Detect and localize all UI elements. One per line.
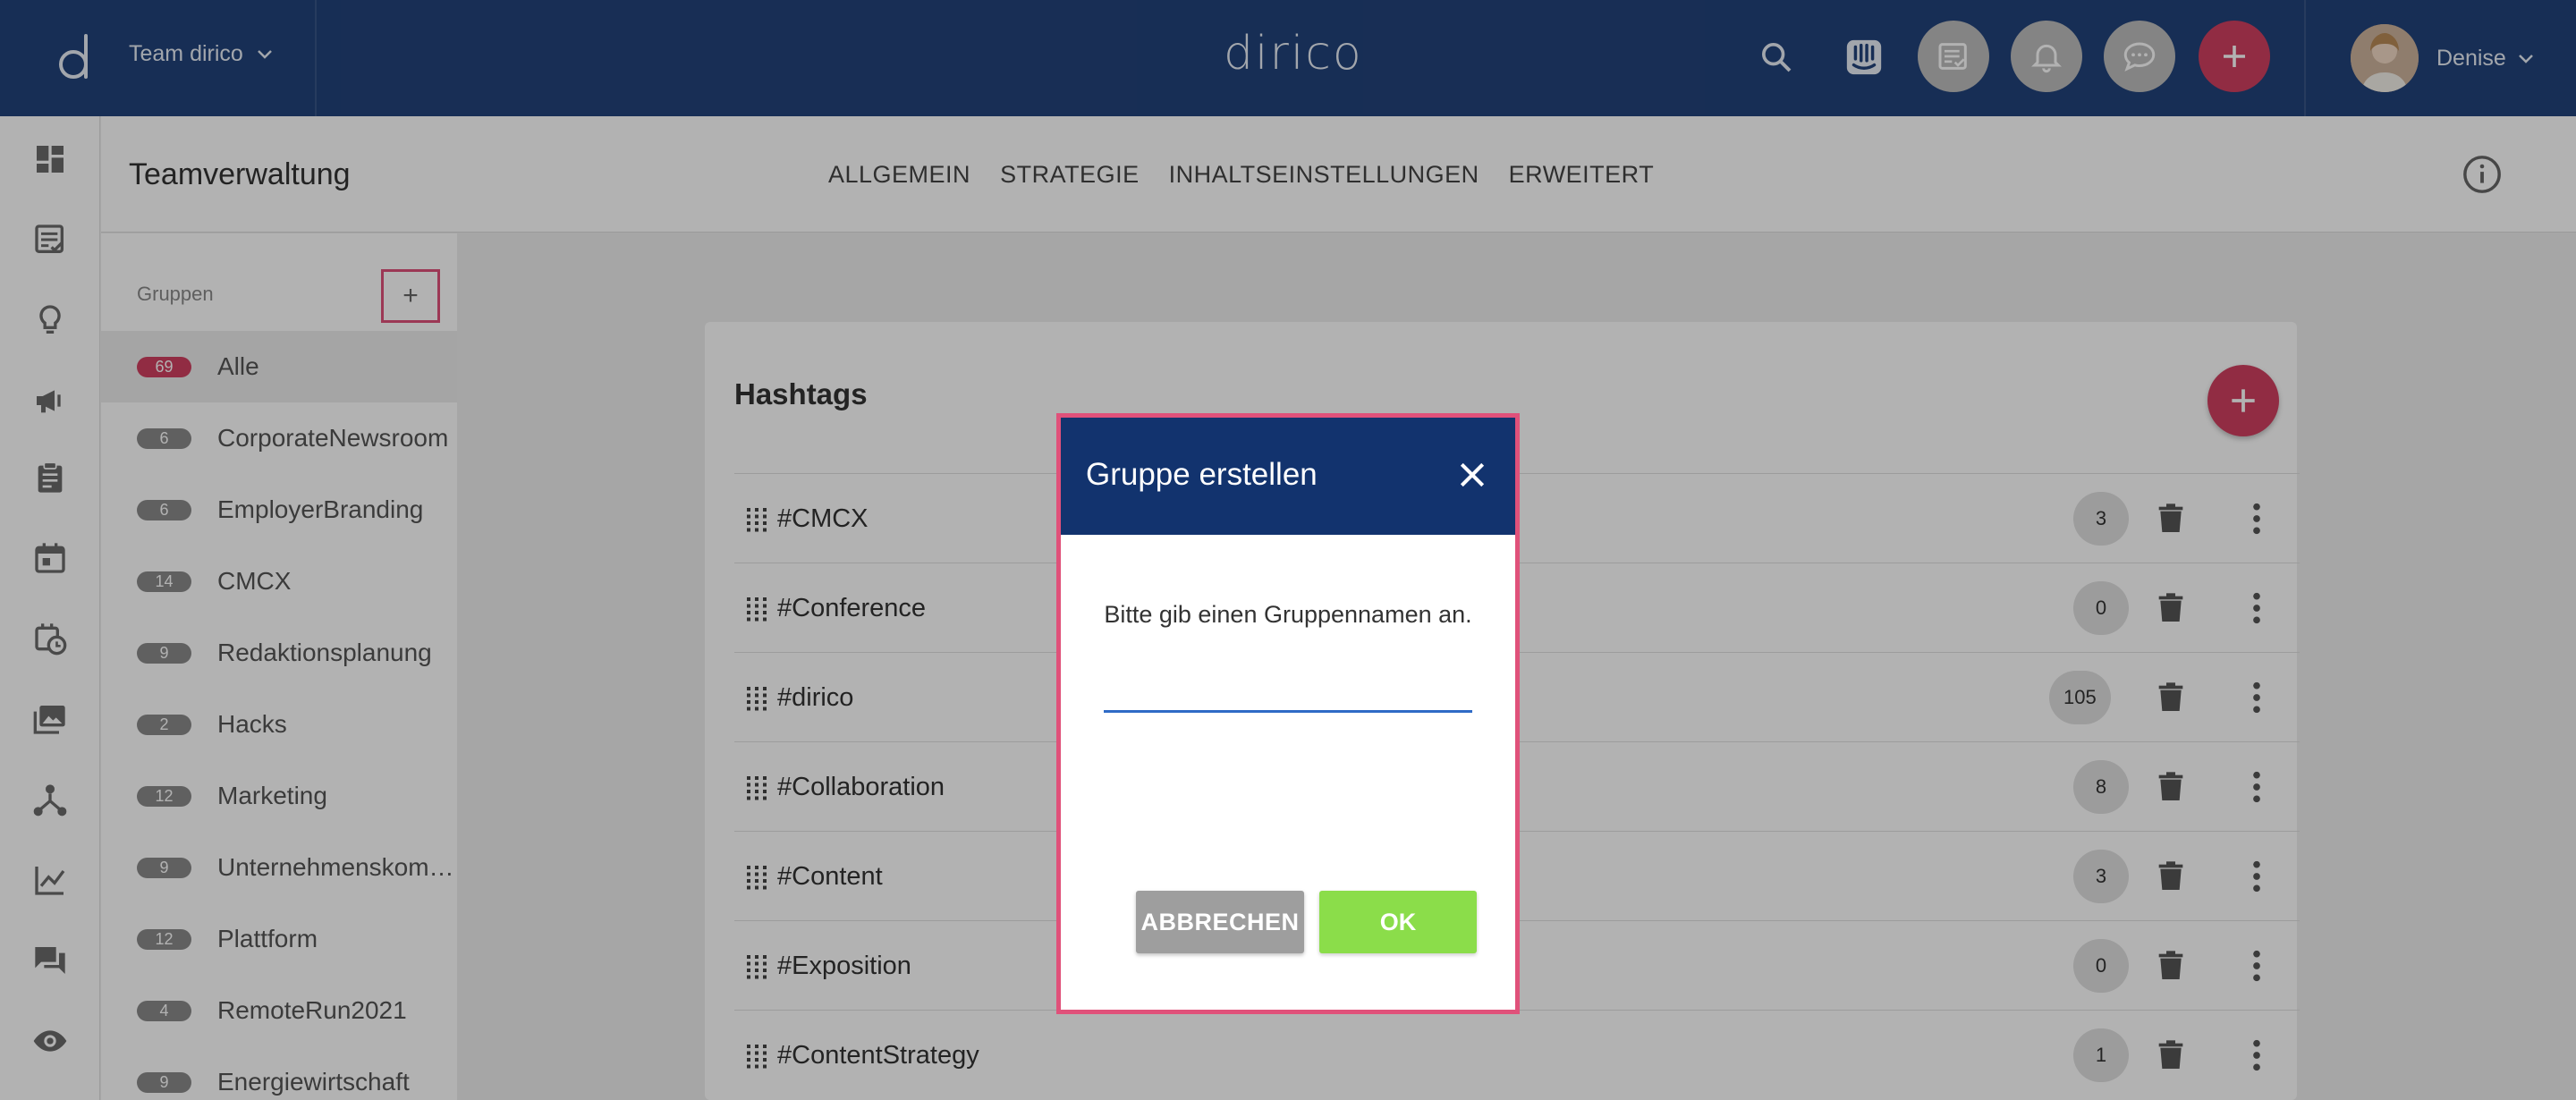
dialog-header: Gruppe erstellen bbox=[1061, 418, 1515, 535]
dialog-message: Bitte gib einen Gruppennamen an. bbox=[1104, 601, 1472, 628]
group-name-input[interactable] bbox=[1104, 668, 1472, 713]
create-group-dialog: Gruppe erstellen Bitte gib einen Gruppen… bbox=[1056, 413, 1520, 1014]
cancel-button[interactable]: ABBRECHEN bbox=[1136, 891, 1304, 953]
close-icon[interactable] bbox=[1454, 457, 1490, 493]
dialog-title: Gruppe erstellen bbox=[1086, 457, 1318, 492]
ok-button[interactable]: OK bbox=[1319, 891, 1477, 953]
